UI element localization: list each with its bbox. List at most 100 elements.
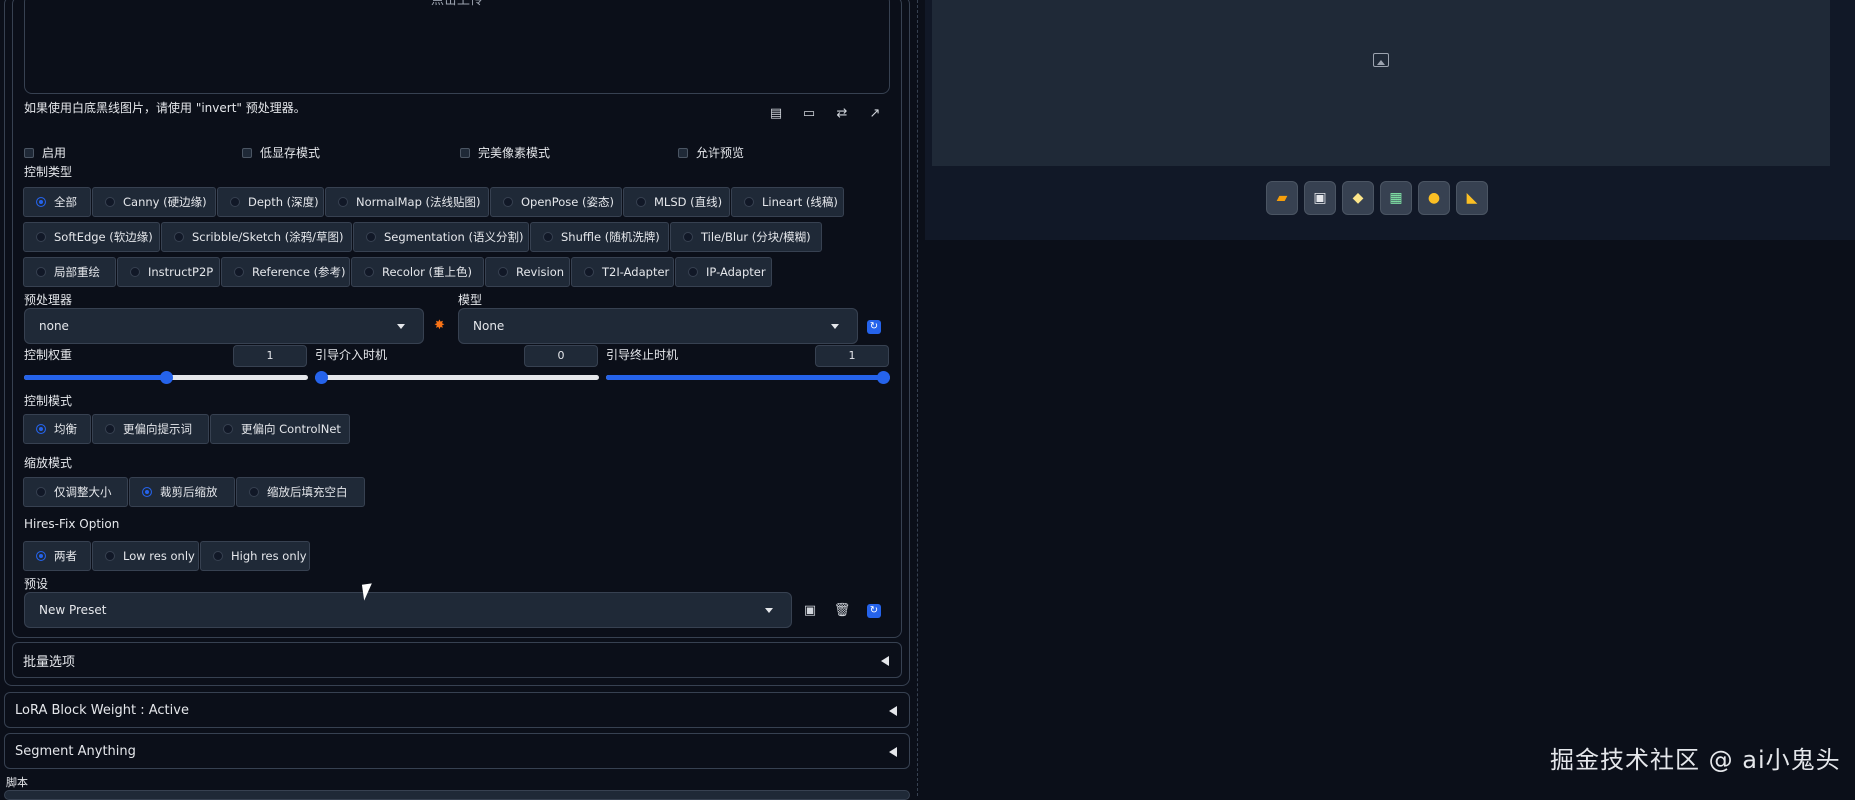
new-canvas-icon[interactable]: ▤ [767, 105, 785, 123]
refresh-preset-icon[interactable]: ↻ [867, 604, 881, 618]
segment-anything-accordion[interactable]: Segment Anything [4, 733, 910, 769]
radio-dot [36, 232, 46, 242]
radio-dot [338, 197, 348, 207]
swap-icon[interactable]: ⇄ [833, 105, 851, 123]
send-dimensions-icon[interactable]: ↗ [866, 105, 884, 123]
control-type-openpose[interactable]: OpenPose (姿态) [490, 187, 622, 217]
control-type-segmentation[interactable]: Segmentation (语义分割) [353, 222, 529, 252]
radio-label: High res only [231, 549, 307, 563]
radio-dot [105, 197, 115, 207]
radio-dot [36, 197, 46, 207]
control-weight-slider[interactable] [24, 371, 308, 384]
radio-dot [105, 424, 115, 434]
control-type-canny[interactable]: Canny (硬边缘) [92, 187, 216, 217]
pixel-perfect-checkbox[interactable]: 完美像素模式 [460, 144, 550, 161]
control-type-reference[interactable]: Reference (参考) [221, 257, 350, 287]
radio-label: T2I-Adapter [602, 265, 670, 279]
control-type-inpaint[interactable]: 局部重绘 [23, 257, 116, 287]
radio-dot [366, 232, 376, 242]
radio-dot [688, 267, 698, 277]
guidance-end-slider[interactable] [606, 371, 890, 384]
send-to-inpaint-button[interactable]: ● [1418, 181, 1450, 215]
guidance-start-slider[interactable] [315, 371, 599, 384]
control-type-normalmap[interactable]: NormalMap (法线贴图) [325, 187, 489, 217]
low-vram-checkbox[interactable]: 低显存模式 [242, 144, 320, 161]
control-mode-controlnet[interactable]: 更偏向 ControlNet [210, 414, 350, 444]
radio-label: Segmentation (语义分割) [384, 230, 524, 244]
resize-mode-fill[interactable]: 缩放后填充空白 [236, 477, 365, 507]
control-type-all[interactable]: 全部 [23, 187, 91, 217]
allow-preview-label: 允许预览 [696, 146, 745, 160]
preprocessor-label: 预处理器 [24, 293, 73, 307]
slider-thumb[interactable] [315, 371, 328, 384]
control-mode-balanced[interactable]: 均衡 [23, 414, 91, 444]
radio-label: NormalMap (法线贴图) [356, 195, 481, 209]
preset-value: New Preset [39, 603, 107, 617]
output-gallery[interactable] [932, 0, 1830, 166]
hires-fix-high-res[interactable]: High res only [200, 541, 310, 571]
archive-icon: ◆ [1352, 190, 1364, 206]
radio-dot [230, 197, 240, 207]
send-to-extras-button[interactable]: ◣ [1456, 181, 1488, 215]
guidance-start-input[interactable]: 0 [524, 345, 598, 367]
run-preprocessor-icon[interactable]: ✸ [434, 318, 445, 333]
slider-fill [606, 375, 890, 380]
guidance-end-input[interactable]: 1 [815, 345, 889, 367]
guidance-start-label: 引导介入时机 [315, 348, 388, 362]
control-weight-input[interactable]: 1 [233, 345, 307, 367]
save-button[interactable]: ▣ [1304, 181, 1336, 215]
control-type-revision[interactable]: Revision [485, 257, 570, 287]
open-folder-button[interactable]: ▰ [1266, 181, 1298, 215]
control-mode-prompt[interactable]: 更偏向提示词 [92, 414, 209, 444]
resize-mode-crop[interactable]: 裁剪后缩放 [129, 477, 235, 507]
hires-fix-low-res[interactable]: Low res only [92, 541, 199, 571]
control-type-instructp2p[interactable]: InstructP2P [117, 257, 220, 287]
slider-thumb[interactable] [877, 371, 890, 384]
control-type-softedge[interactable]: SoftEdge (软边缘) [23, 222, 160, 252]
control-type-mlsd[interactable]: MLSD (直线) [623, 187, 730, 217]
radio-label: 均衡 [54, 422, 77, 436]
zip-button[interactable]: ◆ [1342, 181, 1374, 215]
hires-fix-both[interactable]: 两者 [23, 541, 91, 571]
chevron-down-icon [765, 608, 773, 613]
radio-label: 更偏向提示词 [123, 422, 192, 436]
invert-hint: 如果使用白底黑线图片，请使用 "invert" 预处理器。 [24, 101, 306, 115]
control-type-shuffle[interactable]: Shuffle (随机洗牌) [530, 222, 669, 252]
collapse-icon [889, 706, 897, 716]
preset-dropdown[interactable]: New Preset [24, 592, 792, 628]
allow-preview-checkbox[interactable]: 允许预览 [678, 144, 744, 161]
control-type-depth[interactable]: Depth (深度) [217, 187, 324, 217]
control-type-ip-adapter[interactable]: IP-Adapter [675, 257, 772, 287]
control-type-tile[interactable]: Tile/Blur (分块/模糊) [670, 222, 822, 252]
model-dropdown[interactable]: None [458, 308, 858, 344]
refresh-icon[interactable]: ↻ [867, 320, 881, 334]
radio-dot [223, 424, 233, 434]
model-label: 模型 [458, 293, 483, 307]
script-dropdown[interactable] [4, 790, 910, 800]
radio-label: Depth (深度) [248, 195, 319, 209]
lora-block-weight-accordion[interactable]: LoRA Block Weight : Active [4, 692, 910, 728]
mouse-cursor [361, 583, 375, 601]
camera-icon[interactable]: ▭ [800, 105, 818, 123]
accordion-label: 批量选项 [23, 654, 76, 670]
batch-options-accordion[interactable]: 批量选项 [12, 642, 902, 678]
resize-mode-just-resize[interactable]: 仅调整大小 [23, 477, 128, 507]
radio-label: Revision [516, 265, 565, 279]
delete-preset-icon[interactable]: 🗑 [833, 602, 851, 620]
panel-divider [917, 0, 918, 796]
image-upload-area[interactable]: 点击上传 [24, 0, 890, 94]
enable-checkbox[interactable]: 启用 [24, 144, 66, 161]
control-type-recolor[interactable]: Recolor (重上色) [351, 257, 484, 287]
palette-icon: ● [1427, 190, 1441, 206]
control-type-scribble[interactable]: Scribble/Sketch (涂鸦/草图) [161, 222, 352, 252]
save-preset-icon[interactable]: ▣ [801, 602, 819, 620]
preprocessor-value: none [39, 319, 69, 333]
control-type-t2i-adapter[interactable]: T2I-Adapter [571, 257, 674, 287]
radio-label: OpenPose (姿态) [521, 195, 614, 209]
preprocessor-dropdown[interactable]: none [24, 308, 424, 344]
send-to-img2img-button[interactable]: ▦ [1380, 181, 1412, 215]
slider-thumb[interactable] [160, 371, 173, 384]
preset-label: 预设 [24, 577, 49, 591]
control-type-lineart[interactable]: Lineart (线稿) [731, 187, 844, 217]
controlnet-panel: 点击上传 如果使用白底黑线图片，请使用 "invert" 预处理器。 ▤ ▭ ⇄… [0, 0, 920, 800]
